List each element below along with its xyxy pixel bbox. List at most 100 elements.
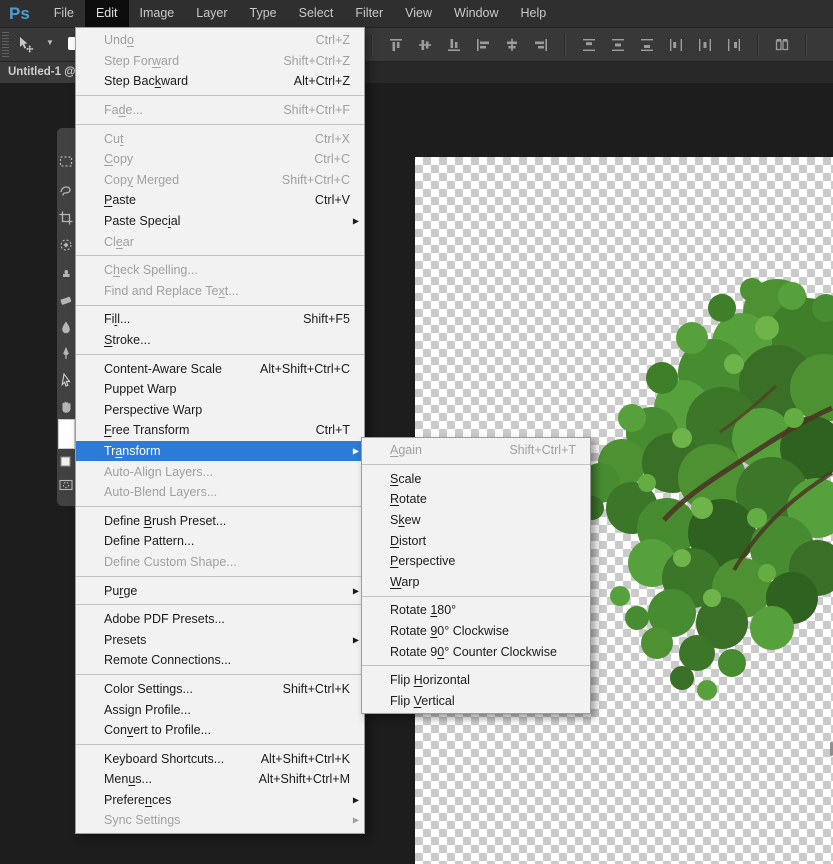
direct-selection-tool-icon[interactable] xyxy=(59,373,73,387)
auto-align-layers-icon[interactable] xyxy=(774,37,790,53)
menu-separator xyxy=(76,95,364,96)
menu-item-label: Auto-Blend Layers... xyxy=(104,485,217,499)
tool-preset-caret-icon[interactable]: ▼ xyxy=(46,38,54,47)
menu-item-shortcut: Shift+F5 xyxy=(285,312,350,326)
menu-item-rotate-90-counter-clockwise[interactable]: Rotate 90° Counter Clockwise xyxy=(362,641,590,662)
menu-item-paste[interactable]: PasteCtrl+V xyxy=(76,190,364,211)
menu-item-skew[interactable]: Skew xyxy=(362,510,590,531)
menu-item-step-backward[interactable]: Step BackwardAlt+Ctrl+Z xyxy=(76,71,364,92)
menubar-item-window[interactable]: Window xyxy=(443,0,509,27)
edit-menu-dropdown: UndoCtrl+ZStep ForwardShift+Ctrl+ZStep B… xyxy=(75,27,365,834)
menu-item-rotate-90-clockwise[interactable]: Rotate 90° Clockwise xyxy=(362,621,590,642)
menu-separator xyxy=(76,744,364,745)
align-right-edges-icon[interactable] xyxy=(533,37,549,53)
menu-item-menus[interactable]: Menus...Alt+Shift+Ctrl+M xyxy=(76,769,364,790)
menu-item-purge[interactable]: Purge▶ xyxy=(76,580,364,601)
hand-tool-icon[interactable] xyxy=(59,399,73,413)
menu-item-label: Rotate 180° xyxy=(390,603,456,617)
menu-item-label: Rotate xyxy=(390,492,427,506)
menu-item-adobe-pdf-presets[interactable]: Adobe PDF Presets... xyxy=(76,609,364,630)
menu-item-warp[interactable]: Warp xyxy=(362,572,590,593)
menu-item-fill[interactable]: Fill...Shift+F5 xyxy=(76,309,364,330)
align-horizontal-centers-icon[interactable] xyxy=(504,37,520,53)
menu-item-perspective[interactable]: Perspective xyxy=(362,551,590,572)
clone-stamp-tool-icon[interactable] xyxy=(59,266,73,280)
menu-separator xyxy=(76,604,364,605)
menu-separator xyxy=(76,124,364,125)
eraser-tool-icon[interactable] xyxy=(59,293,73,307)
submenu-arrow-icon: ▶ xyxy=(353,635,359,644)
menu-item-label: Stroke... xyxy=(104,333,151,347)
distribute-horizontal-centers-icon[interactable] xyxy=(697,37,713,53)
foreground-color-swatch-icon[interactable] xyxy=(59,420,74,448)
menu-item-label: Keyboard Shortcuts... xyxy=(104,752,224,766)
menu-item-rotate[interactable]: Rotate xyxy=(362,489,590,510)
menu-item-rotate-180[interactable]: Rotate 180° xyxy=(362,600,590,621)
menu-item-distort[interactable]: Distort xyxy=(362,530,590,551)
menu-item-label: Sync Settings xyxy=(104,813,180,827)
menu-item-define-brush-preset[interactable]: Define Brush Preset... xyxy=(76,510,364,531)
menu-item-label: Fade... xyxy=(104,103,143,117)
distribute-top-edges-icon[interactable] xyxy=(581,37,597,53)
distribute-left-edges-icon[interactable] xyxy=(668,37,684,53)
menubar-item-image[interactable]: Image xyxy=(129,0,186,27)
menubar-item-select[interactable]: Select xyxy=(288,0,345,27)
menu-item-label: Flip Horizontal xyxy=(390,673,470,687)
menubar-item-edit[interactable]: Edit xyxy=(85,0,129,27)
menu-item-color-settings[interactable]: Color Settings...Shift+Ctrl+K xyxy=(76,679,364,700)
menu-item-shortcut: Ctrl+X xyxy=(297,132,350,146)
menu-item-stroke[interactable]: Stroke... xyxy=(76,330,364,351)
menu-item-shortcut: Shift+Ctrl+T xyxy=(491,443,576,457)
align-vertical-centers-icon[interactable] xyxy=(417,37,433,53)
menu-item-label: Transform xyxy=(104,444,161,458)
menu-separator xyxy=(362,464,590,465)
menu-item-puppet-warp[interactable]: Puppet Warp xyxy=(76,379,364,400)
submenu-arrow-icon: ▶ xyxy=(353,586,359,595)
menu-item-remote-connections[interactable]: Remote Connections... xyxy=(76,650,364,671)
menu-item-label: Puppet Warp xyxy=(104,382,177,396)
menu-item-content-aware-scale[interactable]: Content-Aware ScaleAlt+Shift+Ctrl+C xyxy=(76,358,364,379)
lasso-tool-icon[interactable] xyxy=(59,184,73,198)
pen-tool-icon[interactable] xyxy=(59,346,73,360)
menubar-item-type[interactable]: Type xyxy=(239,0,288,27)
menubar-item-view[interactable]: View xyxy=(394,0,443,27)
menubar-item-layer[interactable]: Layer xyxy=(185,0,238,27)
align-left-edges-icon[interactable] xyxy=(475,37,491,53)
background-color-swatch-icon[interactable] xyxy=(59,455,73,469)
menu-item-flip-horizontal[interactable]: Flip Horizontal xyxy=(362,670,590,691)
menu-item-presets[interactable]: Presets▶ xyxy=(76,629,364,650)
align-bottom-edges-icon[interactable] xyxy=(446,37,462,53)
menu-item-keyboard-shortcuts[interactable]: Keyboard Shortcuts...Alt+Shift+Ctrl+K xyxy=(76,748,364,769)
align-top-edges-icon[interactable] xyxy=(388,37,404,53)
tree-image xyxy=(562,268,833,708)
tools-panel xyxy=(57,128,75,506)
menu-item-define-pattern[interactable]: Define Pattern... xyxy=(76,531,364,552)
menubar-item-file[interactable]: File xyxy=(43,0,85,27)
menu-item-flip-vertical[interactable]: Flip Vertical xyxy=(362,691,590,712)
menu-item-free-transform[interactable]: Free TransformCtrl+T xyxy=(76,420,364,441)
blur-tool-icon[interactable] xyxy=(59,320,73,334)
menu-item-label: Auto-Align Layers... xyxy=(104,465,213,479)
spot-healing-brush-tool-icon[interactable] xyxy=(59,238,73,252)
menu-separator xyxy=(76,576,364,577)
menubar-item-filter[interactable]: Filter xyxy=(344,0,394,27)
menu-item-assign-profile[interactable]: Assign Profile... xyxy=(76,699,364,720)
menu-item-transform[interactable]: Transform▶ xyxy=(76,441,364,462)
menu-item-convert-to-profile[interactable]: Convert to Profile... xyxy=(76,720,364,741)
distribute-bottom-edges-icon[interactable] xyxy=(639,37,655,53)
panel-gripper-handle[interactable] xyxy=(2,32,9,57)
menu-item-perspective-warp[interactable]: Perspective Warp xyxy=(76,400,364,421)
menu-item-shortcut: Alt+Shift+Ctrl+C xyxy=(242,362,350,376)
menu-item-label: Again xyxy=(390,443,422,457)
rectangular-marquee-tool-icon[interactable] xyxy=(59,155,73,169)
distribute-vertical-centers-icon[interactable] xyxy=(610,37,626,53)
menu-item-paste-special[interactable]: Paste Special▶ xyxy=(76,211,364,232)
menu-item-preferences[interactable]: Preferences▶ xyxy=(76,790,364,811)
menu-item-scale[interactable]: Scale xyxy=(362,469,590,490)
menubar-item-help[interactable]: Help xyxy=(510,0,558,27)
crop-tool-icon[interactable] xyxy=(59,211,73,225)
distribute-right-edges-icon[interactable] xyxy=(726,37,742,53)
quick-mask-mode-icon[interactable] xyxy=(59,478,73,492)
toolbar-separator xyxy=(805,34,807,56)
move-tool-icon[interactable] xyxy=(16,35,34,53)
